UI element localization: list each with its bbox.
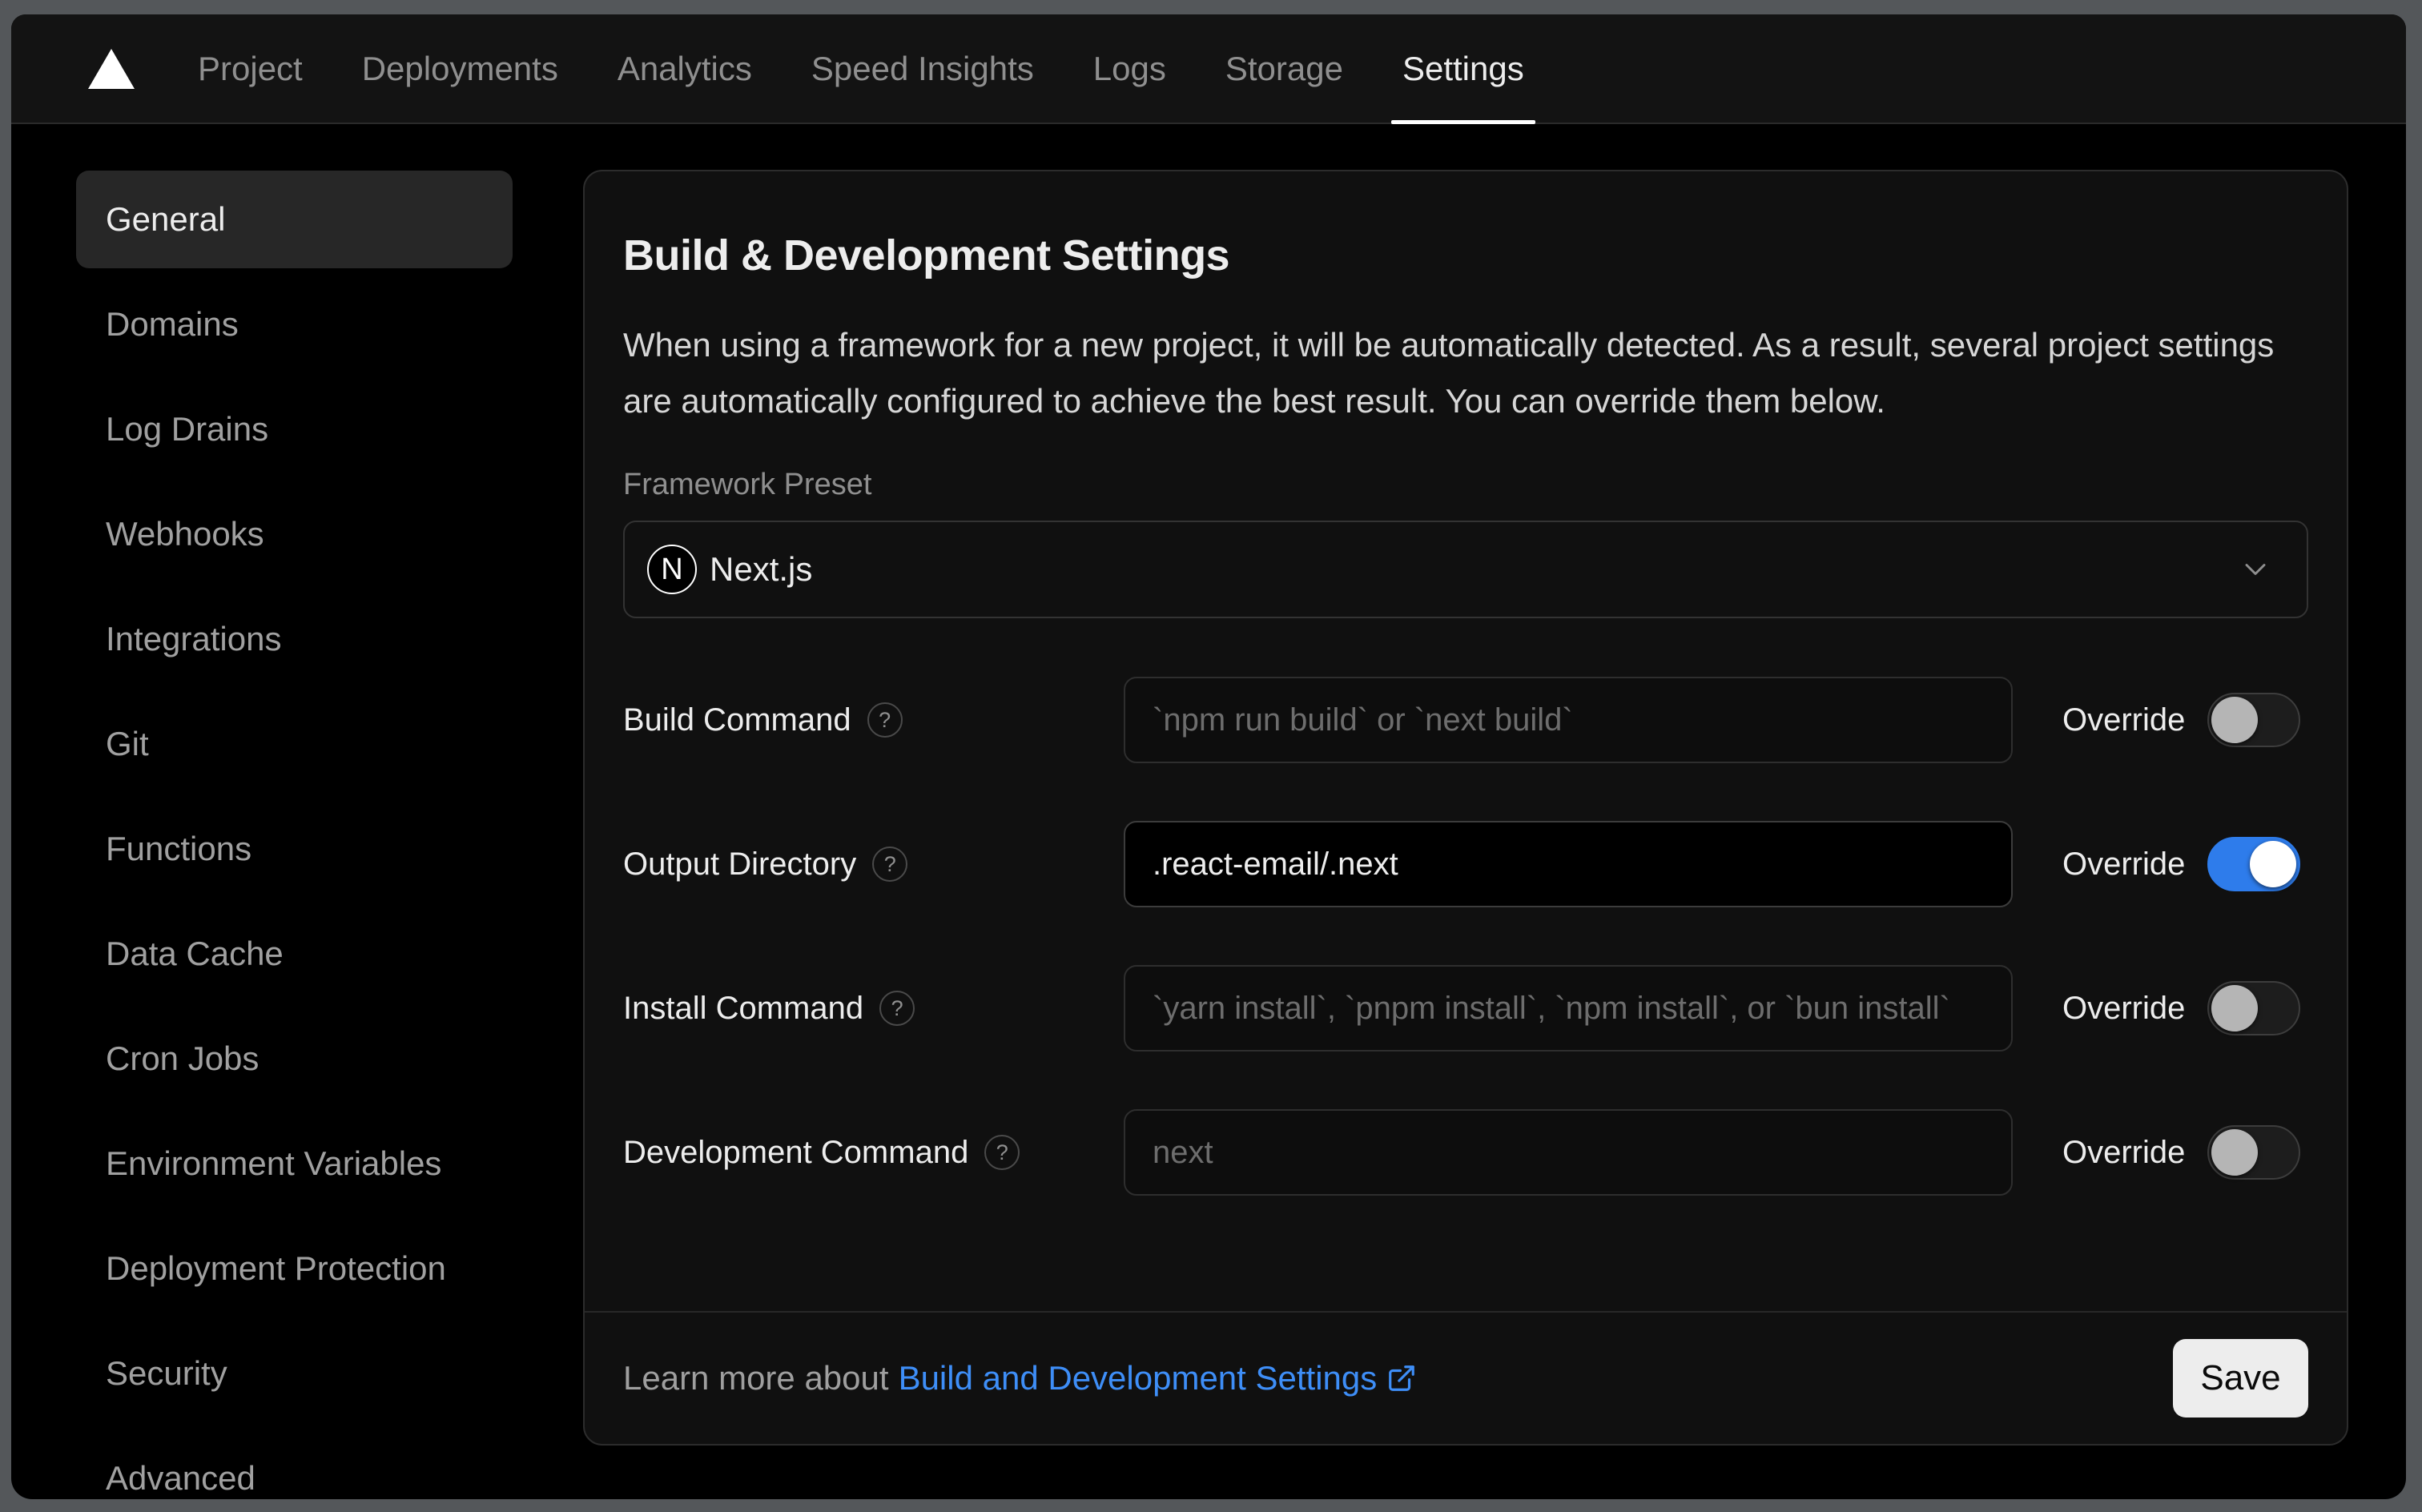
output-directory-row: Output Directory ? Override: [623, 821, 2308, 907]
save-button[interactable]: Save: [2173, 1339, 2308, 1418]
build-command-override: Override: [2062, 693, 2301, 747]
sidebar-item-domains[interactable]: Domains: [76, 275, 513, 373]
tab-speed-insights[interactable]: Speed Insights: [800, 14, 1045, 123]
install-command-override-toggle[interactable]: [2207, 981, 2301, 1035]
sidebar-item-functions[interactable]: Functions: [76, 800, 513, 898]
sidebar-item-integrations[interactable]: Integrations: [76, 590, 513, 688]
external-link-icon: [1389, 1365, 1415, 1391]
main-panel: Build & Development Settings When using …: [583, 124, 2406, 1499]
card-description: When using a framework for a new project…: [623, 326, 2275, 420]
build-command-label: Build Command ?: [623, 702, 1124, 738]
nav-tabs: Project Deployments Analytics Speed Insi…: [168, 14, 1554, 124]
page-title: Build & Development Settings: [623, 231, 1230, 279]
nextjs-logo-icon: N: [647, 545, 697, 594]
install-command-label: Install Command ?: [623, 991, 1124, 1027]
install-command-input[interactable]: [1124, 965, 2013, 1052]
toggle-knob: [2250, 841, 2297, 887]
tab-logs[interactable]: Logs: [1082, 14, 1177, 123]
content-area: General Domains Log Drains Webhooks Inte…: [11, 124, 2406, 1499]
install-command-row: Install Command ? Override: [623, 965, 2308, 1052]
override-label: Override: [2062, 1134, 2186, 1170]
toggle-knob: [2211, 985, 2259, 1031]
framework-preset-select[interactable]: N Next.js: [623, 521, 2308, 618]
output-directory-input[interactable]: [1124, 821, 2013, 907]
development-command-input[interactable]: [1124, 1109, 2013, 1196]
sidebar-item-security[interactable]: Security: [76, 1325, 513, 1422]
framework-preset-value: Next.js: [710, 550, 813, 588]
tab-project[interactable]: Project: [187, 14, 314, 123]
top-nav: Project Deployments Analytics Speed Insi…: [11, 14, 2406, 124]
tab-deployments[interactable]: Deployments: [351, 14, 569, 123]
build-command-input[interactable]: [1124, 677, 2013, 763]
sidebar-item-git[interactable]: Git: [76, 695, 513, 793]
output-directory-override: Override: [2062, 837, 2301, 891]
card-body: Build & Development Settings When using …: [585, 171, 2347, 1311]
tab-settings[interactable]: Settings: [1390, 14, 1535, 124]
development-command-override: Override: [2062, 1125, 2301, 1180]
build-command-override-toggle[interactable]: [2207, 693, 2301, 747]
sidebar-item-log-drains[interactable]: Log Drains: [76, 380, 513, 478]
help-icon[interactable]: ?: [867, 702, 903, 738]
tab-analytics[interactable]: Analytics: [606, 14, 763, 123]
sidebar-item-webhooks[interactable]: Webhooks: [76, 485, 513, 583]
card-footer: Learn more about Build and Development S…: [585, 1311, 2347, 1444]
development-command-override-toggle[interactable]: [2207, 1125, 2301, 1180]
sidebar-item-environment-variables[interactable]: Environment Variables: [76, 1115, 513, 1212]
app-window: Project Deployments Analytics Speed Insi…: [11, 14, 2406, 1499]
build-command-label-text: Build Command: [623, 702, 851, 738]
sidebar-item-cron-jobs[interactable]: Cron Jobs: [76, 1010, 513, 1108]
build-settings-card: Build & Development Settings When using …: [583, 170, 2348, 1446]
tab-storage[interactable]: Storage: [1214, 14, 1354, 123]
toggle-knob: [2211, 1129, 2259, 1176]
help-icon[interactable]: ?: [879, 991, 915, 1026]
build-command-row: Build Command ? Override: [623, 677, 2308, 763]
development-command-label-text: Development Command: [623, 1134, 969, 1170]
sidebar-item-data-cache[interactable]: Data Cache: [76, 905, 513, 1003]
output-directory-override-toggle[interactable]: [2207, 837, 2301, 891]
learn-more-text: Learn more about Build and Development S…: [623, 1359, 1417, 1397]
chevron-down-icon: [2238, 552, 2273, 587]
sidebar-item-deployment-protection[interactable]: Deployment Protection: [76, 1220, 513, 1317]
output-directory-label-text: Output Directory: [623, 846, 857, 882]
override-label: Override: [2062, 702, 2186, 738]
sidebar-item-advanced[interactable]: Advanced: [76, 1430, 513, 1499]
override-label: Override: [2062, 990, 2186, 1026]
build-settings-doc-link[interactable]: Build and Development Settings: [899, 1359, 1418, 1397]
override-label: Override: [2062, 846, 2186, 882]
install-command-label-text: Install Command: [623, 990, 864, 1026]
development-command-row: Development Command ? Override: [623, 1109, 2308, 1196]
doc-link-text: Build and Development Settings: [898, 1359, 1378, 1397]
learn-more-prefix: Learn more about: [623, 1359, 889, 1397]
help-icon[interactable]: ?: [984, 1135, 1020, 1170]
toggle-knob: [2211, 697, 2259, 743]
output-directory-label: Output Directory ?: [623, 846, 1124, 883]
sidebar-item-general[interactable]: General: [76, 171, 513, 268]
framework-preset-label: Framework Preset: [623, 468, 872, 501]
vercel-logo-icon[interactable]: [88, 48, 135, 89]
settings-sidebar: General Domains Log Drains Webhooks Inte…: [11, 124, 583, 1499]
development-command-label: Development Command ?: [623, 1135, 1124, 1171]
install-command-override: Override: [2062, 981, 2301, 1035]
help-icon[interactable]: ?: [872, 846, 908, 882]
